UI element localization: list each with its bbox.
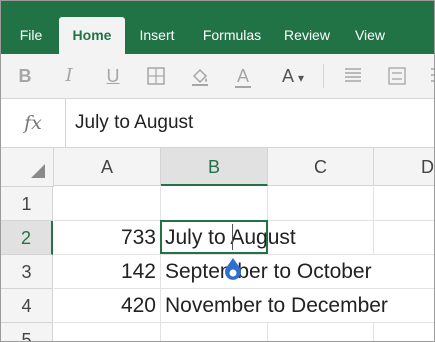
tab-view[interactable]: View [347,17,393,54]
ribbon-tab-bar: File Home Insert Formulas Review View [1,1,434,54]
cell-a4[interactable]: 420 [54,289,161,323]
select-all-icon [31,164,45,178]
cell-a1[interactable] [54,187,161,221]
tab-review[interactable]: Review [277,17,337,54]
row-header-3[interactable]: 3 [1,255,53,289]
font-color-bar [235,86,251,88]
cell-c2[interactable] [268,221,374,255]
text-cursor [232,224,233,250]
spreadsheet-grid: A B C D 1 2 3 4 5 733 July to August 142… [1,148,434,341]
cell-b2[interactable]: July to August [161,221,296,255]
cell-c1[interactable] [268,187,374,221]
cell-d1[interactable] [374,187,434,221]
row-header-5[interactable]: 5 [1,323,53,341]
tab-insert[interactable]: Insert [129,17,185,54]
select-all-corner[interactable] [1,148,54,187]
bold-icon: B [18,66,32,86]
row-header-1[interactable]: 1 [1,187,53,221]
cell-b1[interactable] [161,187,268,221]
fill-color-button[interactable] [186,62,214,90]
column-header-c[interactable]: C [268,148,374,186]
underline-icon: U [106,66,120,86]
toolbar-divider [323,64,324,88]
align-button[interactable] [339,62,367,90]
cell-a5[interactable] [54,323,161,341]
column-header-d[interactable]: D [374,148,434,186]
excel-window: File Home Insert Formulas Review View B … [0,0,435,342]
column-header-a[interactable]: A [54,148,161,186]
borders-button[interactable] [142,62,170,90]
italic-icon: I [65,65,73,86]
home-toolbar: B I U A A ▾ [1,54,434,99]
cell-d2[interactable] [374,221,434,255]
cell-b5[interactable] [161,323,268,341]
wrap-text-button[interactable] [383,62,411,90]
formula-bar: fx July to August [1,99,434,148]
column-header-b[interactable]: B [161,148,268,186]
font-size-button[interactable]: A ▾ [273,62,313,90]
selection-handle-icon[interactable] [223,257,243,283]
font-size-icon: A [281,66,293,86]
fx-icon[interactable]: fx [1,99,66,147]
cell-b4[interactable]: November to December [161,289,434,323]
font-color-icon: A [236,66,249,86]
more-tools-button[interactable] [423,62,434,90]
chevron-down-icon: ▾ [298,71,305,85]
tab-home[interactable]: Home [59,17,125,54]
italic-button[interactable]: I [55,62,83,90]
tab-formulas[interactable]: Formulas [193,17,271,54]
font-color-button[interactable]: A [229,62,257,90]
tab-file[interactable]: File [9,17,53,54]
row-header-4[interactable]: 4 [1,289,53,323]
row-header-2[interactable]: 2 [1,221,53,255]
cell-a3[interactable]: 142 [54,255,161,289]
cell-a2[interactable]: 733 [54,221,161,255]
align-icon [345,68,361,82]
cell-c5[interactable] [268,323,374,341]
underline-button[interactable]: U [99,62,127,90]
fill-color-icon [192,68,208,86]
bold-button[interactable]: B [11,62,39,90]
wrap-text-icon [388,67,406,85]
formula-input[interactable]: July to August [75,99,193,147]
borders-icon [147,67,165,85]
cell-b3[interactable]: September to October [161,255,434,289]
align-right-icon [431,68,434,82]
